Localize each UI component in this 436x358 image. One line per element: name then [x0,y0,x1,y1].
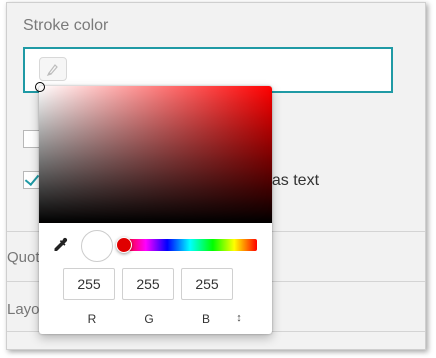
hue-slider-thumb[interactable] [116,237,132,253]
blue-label: B [201,312,210,326]
eyedropper-icon[interactable] [51,236,69,254]
saturation-cursor[interactable] [35,82,45,92]
color-preview-swatch [81,230,113,262]
color-mode-toggle-icon[interactable]: ↕ [232,310,246,326]
brush-icon [46,64,58,77]
section-label-quote[interactable]: Quot [7,249,40,266]
saturation-area[interactable] [35,82,272,223]
blue-input[interactable]: 255 [181,268,233,300]
color-swatch-button[interactable] [39,57,67,81]
section-label-layout[interactable]: Layo [7,301,40,318]
red-label: R [87,312,97,326]
red-input[interactable]: 255 [63,268,115,300]
hue-slider[interactable] [116,237,257,253]
green-label: G [144,312,154,326]
color-picker-popup: 255 255 255 R G B ↕ [35,82,272,334]
stroke-color-label: Stroke color [23,17,109,34]
green-input[interactable]: 255 [122,268,174,300]
